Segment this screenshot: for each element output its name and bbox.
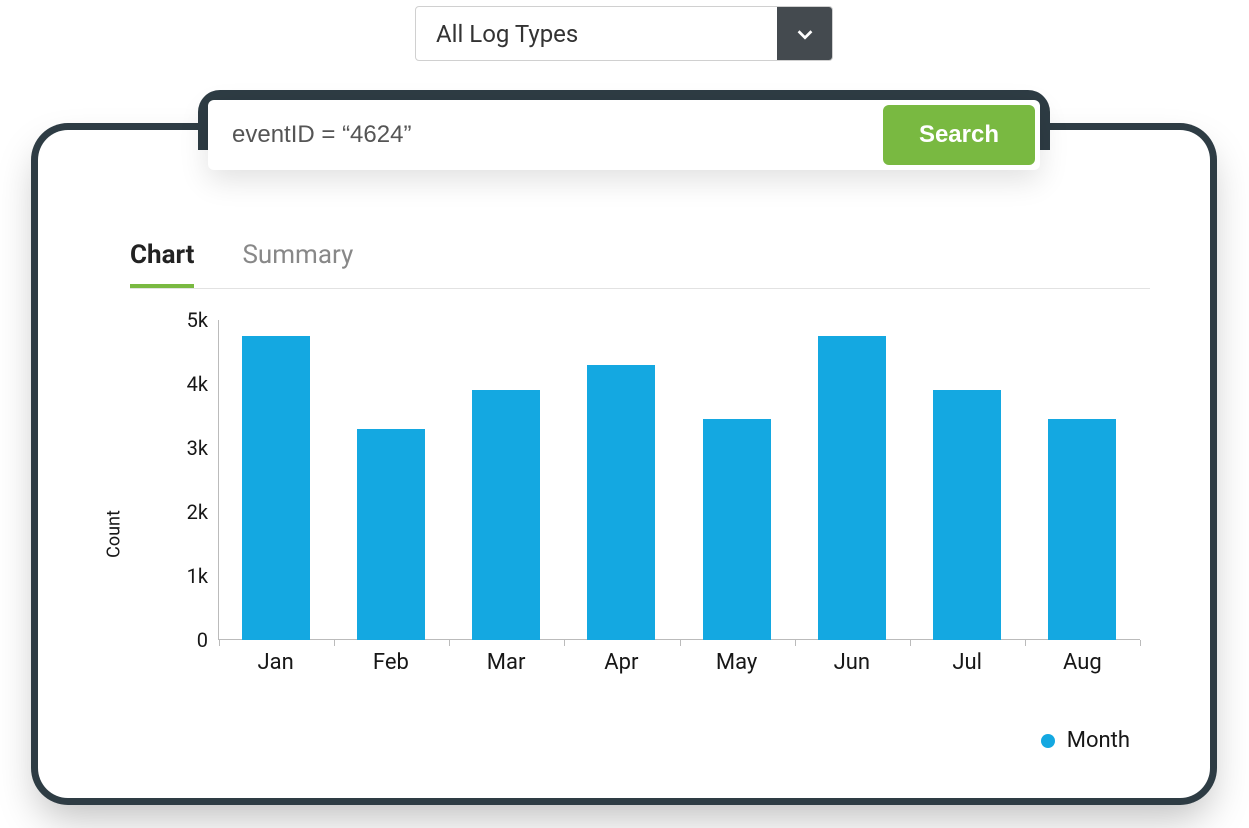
y-axis: 01k2k3k4k5k [168, 320, 208, 640]
y-tick: 1k [187, 564, 208, 588]
x-tick-label: Feb [333, 650, 448, 675]
bar-column [218, 320, 333, 640]
bar-column [910, 320, 1025, 640]
chart-area: Count 0 1k 2k 3k 4k 5k JanFebMarAprMayJunJulA… [98, 310, 1150, 758]
bar-column [794, 320, 909, 640]
bar[interactable] [1048, 419, 1116, 640]
y-tick: 5k [187, 308, 208, 332]
bar[interactable] [242, 336, 310, 640]
legend-color-dot [1041, 734, 1055, 748]
analytics-card: Search Chart Summary Count 01k2k3k4k5k J… [38, 130, 1210, 798]
bar[interactable] [472, 390, 540, 640]
bar[interactable] [933, 390, 1001, 640]
x-tick-label: Apr [564, 650, 679, 675]
tab-summary[interactable]: Summary [242, 240, 353, 288]
bars-container [218, 320, 1140, 640]
bar[interactable] [818, 336, 886, 640]
x-tick-label: Jun [794, 650, 909, 675]
bar-column [564, 320, 679, 640]
x-tick-label: Mar [449, 650, 564, 675]
bar-column [1025, 320, 1140, 640]
y-tick: 2k [187, 500, 208, 524]
legend-label: Month [1067, 728, 1130, 753]
chart-legend: Month [1041, 728, 1130, 753]
bar[interactable] [703, 419, 771, 640]
log-type-select[interactable]: All Log Types [415, 6, 833, 61]
search-button[interactable]: Search [883, 105, 1035, 165]
bar-column [679, 320, 794, 640]
bar-column [333, 320, 448, 640]
bar-column [449, 320, 564, 640]
y-tick: 3k [187, 436, 208, 460]
bar-chart: 01k2k3k4k5k JanFebMarAprMayJunJulAug [168, 320, 1140, 640]
y-axis-label: Count [103, 510, 124, 558]
x-tick-label: Aug [1025, 650, 1140, 675]
search-input[interactable] [208, 121, 878, 149]
x-tick-label: May [679, 650, 794, 675]
x-tick-label: Jan [218, 650, 333, 675]
result-tabs: Chart Summary [130, 240, 1150, 289]
x-tick-label: Jul [910, 650, 1025, 675]
bar[interactable] [587, 365, 655, 640]
y-tick: 0 [197, 628, 208, 652]
log-type-selected: All Log Types [416, 7, 777, 60]
x-axis-labels: JanFebMarAprMayJunJulAug [218, 650, 1140, 675]
chevron-down-icon[interactable] [777, 7, 832, 60]
tab-chart[interactable]: Chart [130, 240, 194, 288]
y-tick: 4k [187, 372, 208, 396]
search-bar: Search [208, 100, 1040, 170]
bar[interactable] [357, 429, 425, 640]
